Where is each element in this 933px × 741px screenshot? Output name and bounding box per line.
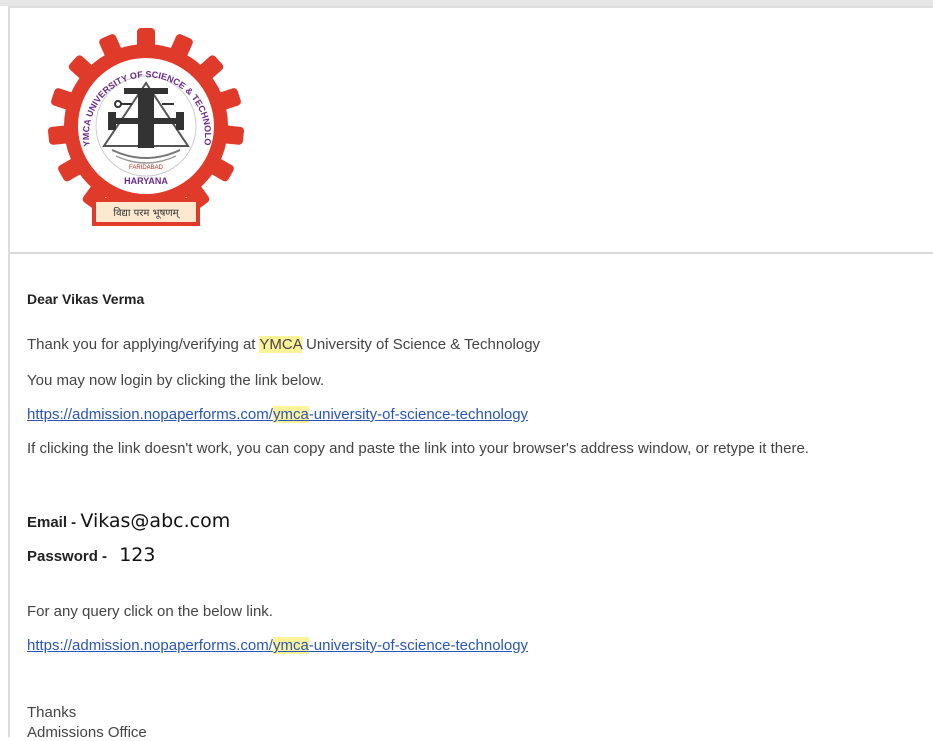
password-value: 123: [119, 544, 156, 566]
login-instruction: You may now login by clicking the link b…: [27, 372, 325, 389]
email-value: Vikas@abc.com: [80, 510, 231, 532]
highlight-ymca: YMCA: [259, 336, 302, 353]
greeting: Dear Vikas Verma: [27, 291, 145, 307]
query-link[interactable]: https://admission.nopaperforms.com/ymca-…: [27, 637, 528, 654]
password-credential-row: Password - 123: [27, 544, 155, 566]
thanks-line: Thanks: [27, 704, 77, 721]
login-link[interactable]: https://admission.nopaperforms.com/ymca-…: [27, 406, 528, 423]
university-logo: YMCA UNIVERSITY OF SCIENCE & TECHNOLOGY …: [28, 28, 245, 226]
query-line: For any query click on the below link.: [27, 603, 273, 620]
logo-state: HARYANA: [124, 176, 168, 186]
email-frame: YMCA UNIVERSITY OF SCIENCE & TECHNOLOGY …: [8, 6, 933, 741]
email-credential-row: Email - Vikas@abc.com: [27, 510, 230, 532]
copy-paste-paragraph: If clicking the link doesn't work, you c…: [27, 440, 809, 457]
email-header: YMCA UNIVERSITY OF SCIENCE & TECHNOLOGY …: [10, 8, 933, 252]
password-label: Password -: [27, 548, 112, 565]
email-label: Email -: [27, 514, 81, 531]
logo-city: FARIDABAD: [129, 165, 164, 171]
logo-motto: विद्या परम भूषणम्: [113, 207, 180, 219]
header-divider: [10, 252, 933, 254]
thank-you-line: Thank you for applying/verifying at YMCA…: [27, 336, 541, 353]
office-line: Admissions Office: [27, 724, 147, 741]
